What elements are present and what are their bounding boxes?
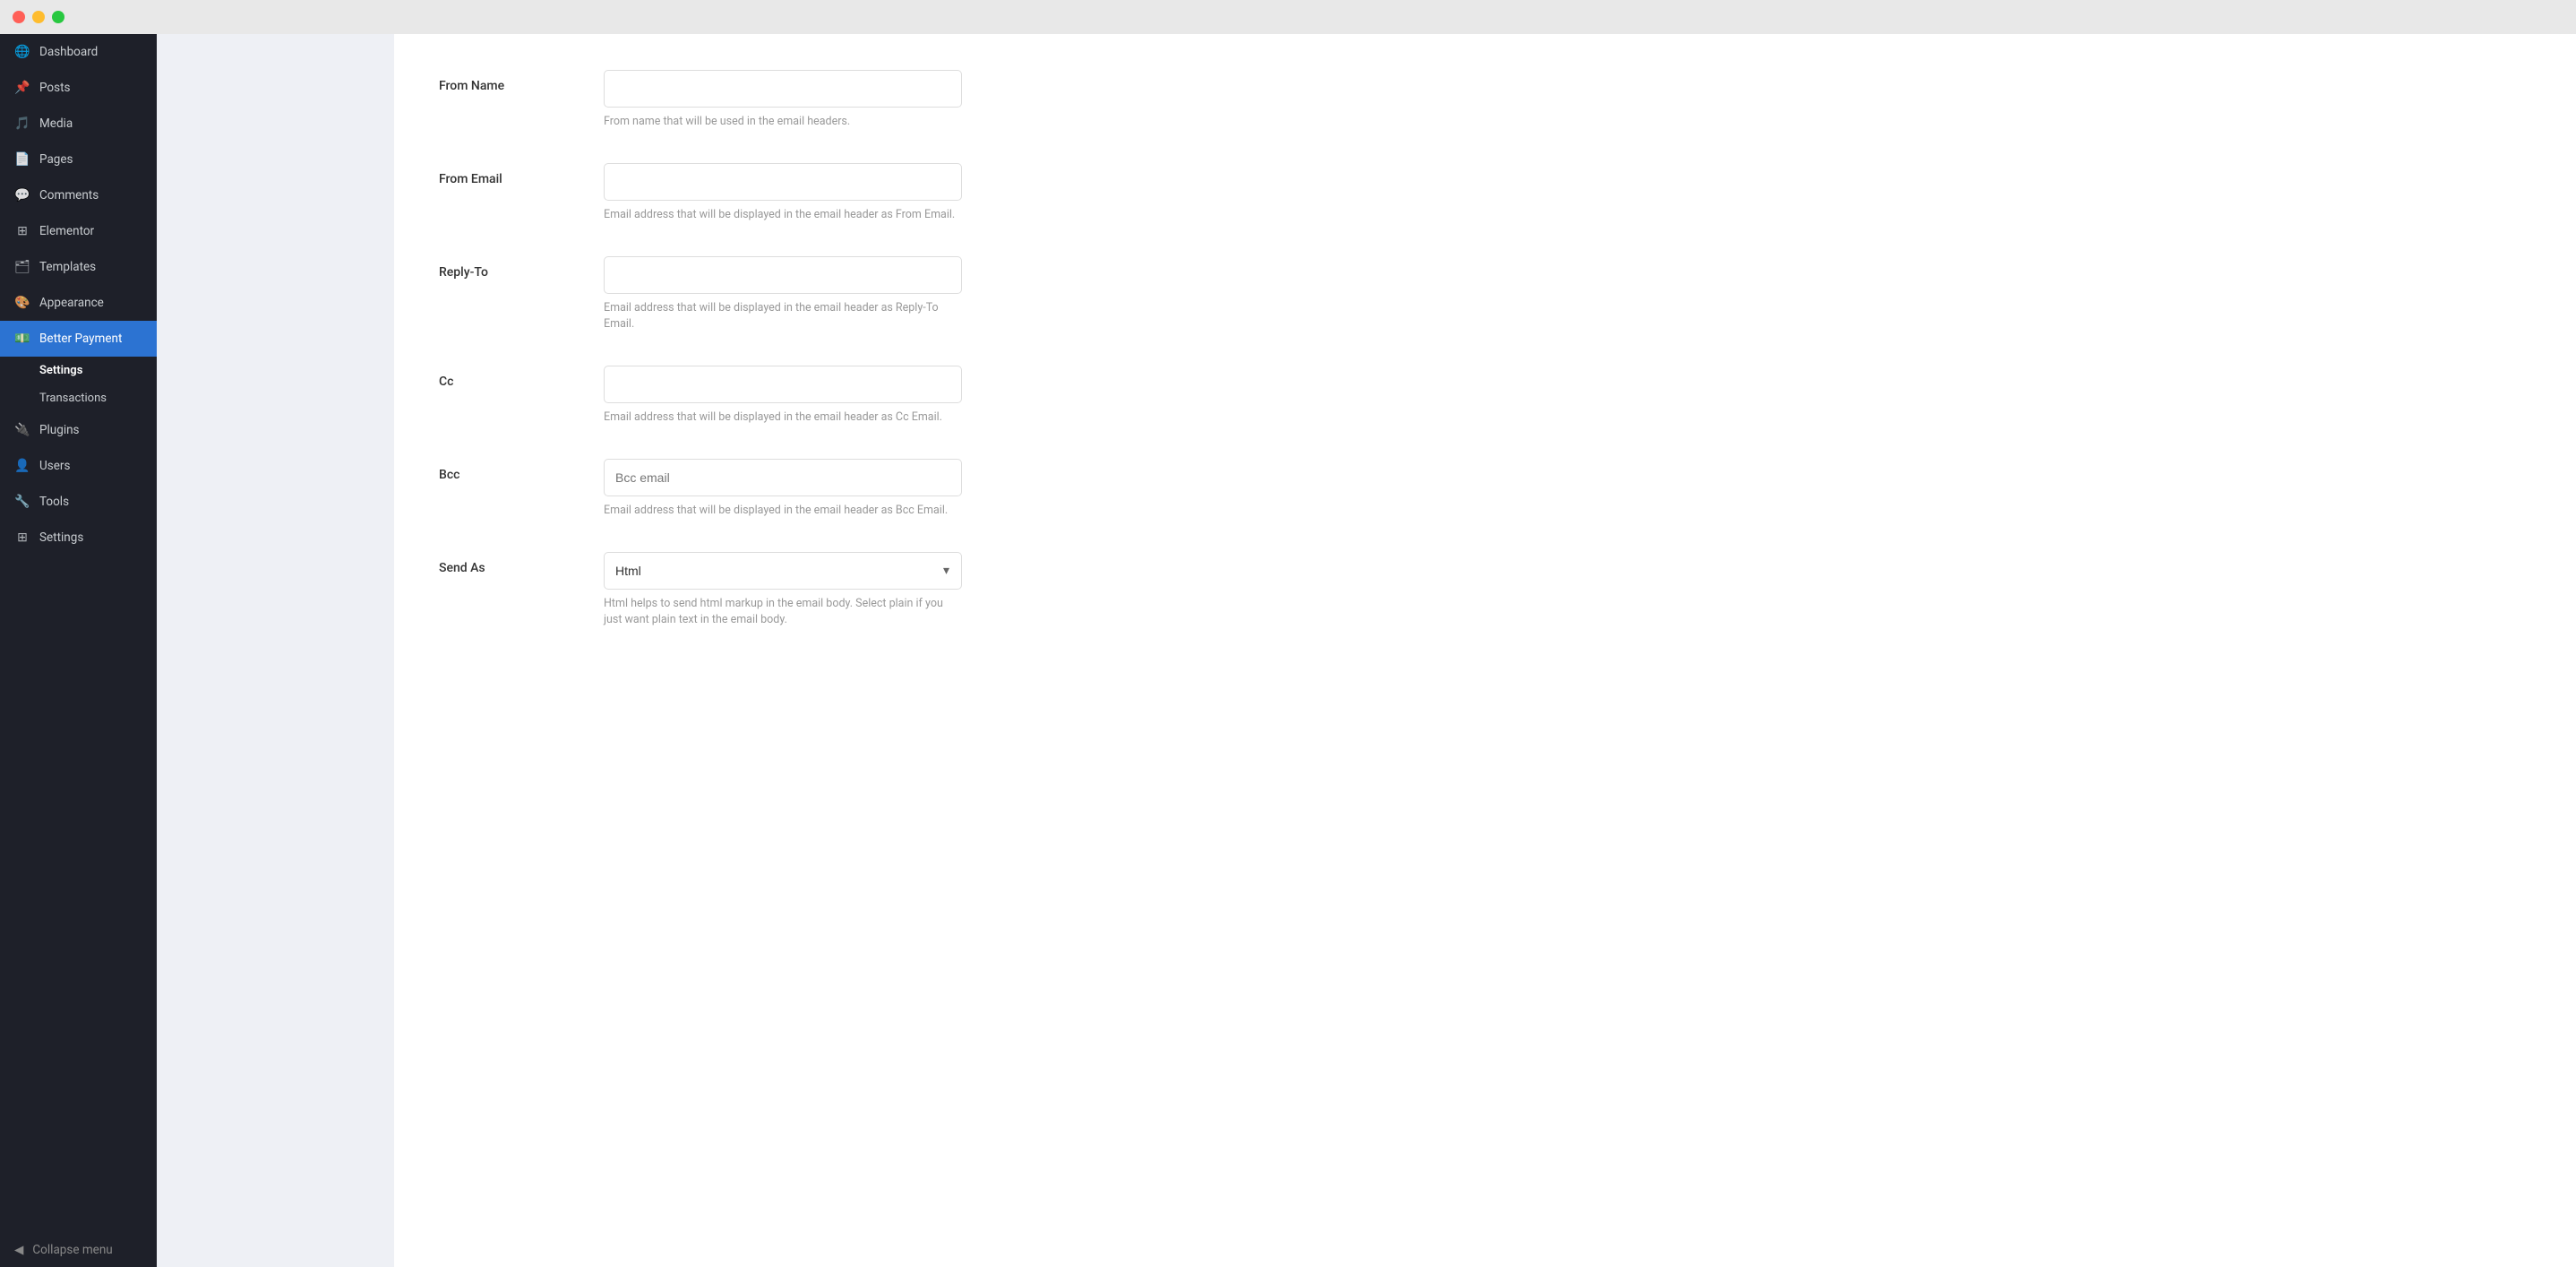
sidebar-item-label: Settings: [39, 530, 83, 545]
sub-item-settings-label: Settings: [39, 364, 82, 377]
sidebar-item-better-payment[interactable]: 💵 Better Payment: [0, 321, 157, 357]
sidebar-item-posts[interactable]: 📌 Posts: [0, 70, 157, 106]
sidebar-item-label: Posts: [39, 81, 70, 95]
send-as-select[interactable]: Html Plain: [604, 552, 962, 590]
tools-icon: 🔧: [14, 494, 30, 510]
from-email-label: From Email: [439, 163, 582, 186]
from-name-input[interactable]: [604, 70, 962, 108]
sidebar-item-pages[interactable]: 📄 Pages: [0, 142, 157, 177]
from-name-label: From Name: [439, 70, 582, 93]
sidebar-item-label: Dashboard: [39, 45, 98, 59]
sidebar-item-plugins[interactable]: 🔌 Plugins: [0, 412, 157, 448]
sidebar-item-label: Tools: [39, 495, 69, 509]
bcc-hint: Email address that will be displayed in …: [604, 503, 962, 520]
pages-icon: 📄: [14, 151, 30, 168]
sidebar-sub-item-settings[interactable]: Settings: [0, 357, 157, 384]
from-email-input[interactable]: [604, 163, 962, 201]
better-payment-icon: 💵: [14, 331, 30, 347]
plugins-icon: 🔌: [14, 422, 30, 438]
sidebar-item-users[interactable]: 👤 Users: [0, 448, 157, 484]
send-as-select-wrap: Html Plain: [604, 552, 962, 590]
from-email-wrap: Email address that will be displayed in …: [604, 163, 962, 224]
form-row-bcc: Bcc Email address that will be displayed…: [439, 459, 2531, 520]
sidebar: 🌐 Dashboard 📌 Posts 🎵 Media 📄 Pages 💬 Co…: [0, 34, 157, 1267]
templates-icon: 🗂: [14, 259, 30, 275]
cc-input[interactable]: [604, 366, 962, 403]
sidebar-item-elementor[interactable]: ⊞ Elementor: [0, 213, 157, 249]
sidebar-item-tools[interactable]: 🔧 Tools: [0, 484, 157, 520]
sub-item-transactions-label: Transactions: [39, 392, 107, 405]
bcc-input[interactable]: [604, 459, 962, 496]
form-row-from-email: From Email Email address that will be di…: [439, 163, 2531, 224]
left-panel: [157, 34, 394, 1267]
minimize-button[interactable]: [32, 11, 45, 23]
app-layout: 🌐 Dashboard 📌 Posts 🎵 Media 📄 Pages 💬 Co…: [0, 34, 2576, 1267]
users-icon: 👤: [14, 458, 30, 474]
elementor-icon: ⊞: [14, 223, 30, 239]
sidebar-item-label: Users: [39, 459, 70, 473]
bcc-wrap: Email address that will be displayed in …: [604, 459, 962, 520]
appearance-icon: 🎨: [14, 295, 30, 311]
sidebar-item-label: Elementor: [39, 224, 94, 238]
sidebar-item-label: Templates: [39, 260, 96, 274]
send-as-label: Send As: [439, 552, 582, 575]
sidebar-item-comments[interactable]: 💬 Comments: [0, 177, 157, 213]
settings-icon: ⊞: [14, 530, 30, 546]
comments-icon: 💬: [14, 187, 30, 203]
form-row-send-as: Send As Html Plain Html helps to send ht…: [439, 552, 2531, 630]
sidebar-item-label: Appearance: [39, 296, 104, 310]
main-content: From Name From name that will be used in…: [394, 34, 2576, 1267]
reply-to-label: Reply-To: [439, 256, 582, 280]
cc-hint: Email address that will be displayed in …: [604, 409, 962, 427]
sidebar-item-label: Comments: [39, 188, 99, 203]
from-name-hint: From name that will be used in the email…: [604, 114, 962, 131]
cc-label: Cc: [439, 366, 582, 389]
cc-wrap: Email address that will be displayed in …: [604, 366, 962, 427]
sidebar-item-label: Plugins: [39, 423, 80, 437]
collapse-label: Collapse menu: [32, 1243, 112, 1257]
collapse-menu[interactable]: ◀ Collapse menu: [0, 1233, 157, 1267]
close-button[interactable]: [13, 11, 25, 23]
media-icon: 🎵: [14, 116, 30, 132]
sidebar-item-appearance[interactable]: 🎨 Appearance: [0, 285, 157, 321]
chevron-left-icon: ◀: [14, 1243, 23, 1257]
sidebar-item-media[interactable]: 🎵 Media: [0, 106, 157, 142]
from-email-hint: Email address that will be displayed in …: [604, 207, 962, 224]
dashboard-icon: 🌐: [14, 44, 30, 60]
bcc-label: Bcc: [439, 459, 582, 482]
form-row-reply-to: Reply-To Email address that will be disp…: [439, 256, 2531, 334]
send-as-hint: Html helps to send html markup in the em…: [604, 596, 962, 630]
sidebar-item-label: Pages: [39, 152, 73, 167]
form-row-from-name: From Name From name that will be used in…: [439, 70, 2531, 131]
sidebar-item-dashboard[interactable]: 🌐 Dashboard: [0, 34, 157, 70]
sidebar-item-settings-main[interactable]: ⊞ Settings: [0, 520, 157, 556]
form-row-cc: Cc Email address that will be displayed …: [439, 366, 2531, 427]
reply-to-input[interactable]: [604, 256, 962, 294]
sidebar-item-templates[interactable]: 🗂 Templates: [0, 249, 157, 285]
maximize-button[interactable]: [52, 11, 64, 23]
sidebar-item-label: Media: [39, 116, 73, 131]
from-name-wrap: From name that will be used in the email…: [604, 70, 962, 131]
posts-icon: 📌: [14, 80, 30, 96]
content-area: From Name From name that will be used in…: [157, 34, 2576, 1267]
titlebar: [0, 0, 2576, 34]
sidebar-sub-item-transactions[interactable]: Transactions: [0, 384, 157, 412]
reply-to-wrap: Email address that will be displayed in …: [604, 256, 962, 334]
sidebar-item-label: Better Payment: [39, 332, 122, 346]
reply-to-hint: Email address that will be displayed in …: [604, 300, 962, 334]
send-as-wrap: Html Plain Html helps to send html marku…: [604, 552, 962, 630]
